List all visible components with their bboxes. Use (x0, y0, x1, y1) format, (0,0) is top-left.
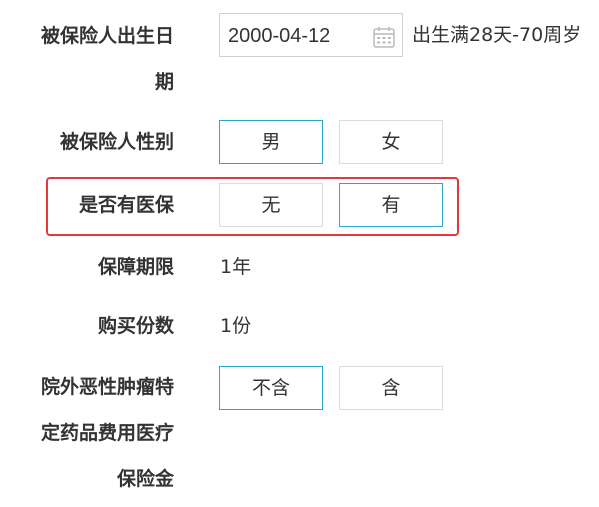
birthdate-label-line2: 期 (154, 71, 174, 93)
birthdate-input[interactable]: 2000-04-12 (219, 13, 403, 57)
gender-label: 被保险人性别 (59, 131, 174, 153)
medical-insurance-option-no[interactable]: 无 (219, 183, 323, 227)
calendar-icon[interactable] (372, 25, 396, 49)
medical-insurance-option-yes[interactable]: 有 (339, 183, 443, 227)
gender-option-male[interactable]: 男 (219, 120, 323, 164)
medical-insurance-label: 是否有医保 (78, 194, 174, 216)
outpatient-drug-option-exclude[interactable]: 不含 (219, 366, 323, 410)
outpatient-drug-option-include[interactable]: 含 (339, 366, 443, 410)
purchase-quantity-value: 1份 (220, 315, 252, 337)
outpatient-drug-label-line3: 保险金 (116, 468, 174, 490)
birthdate-age-hint: 出生满28天-70周岁 (412, 24, 582, 46)
coverage-period-label: 保障期限 (97, 256, 174, 278)
coverage-period-value: 1年 (220, 256, 252, 278)
purchase-quantity-label: 购买份数 (97, 315, 174, 337)
gender-option-female[interactable]: 女 (339, 120, 443, 164)
birthdate-value: 2000-04-12 (228, 25, 331, 47)
